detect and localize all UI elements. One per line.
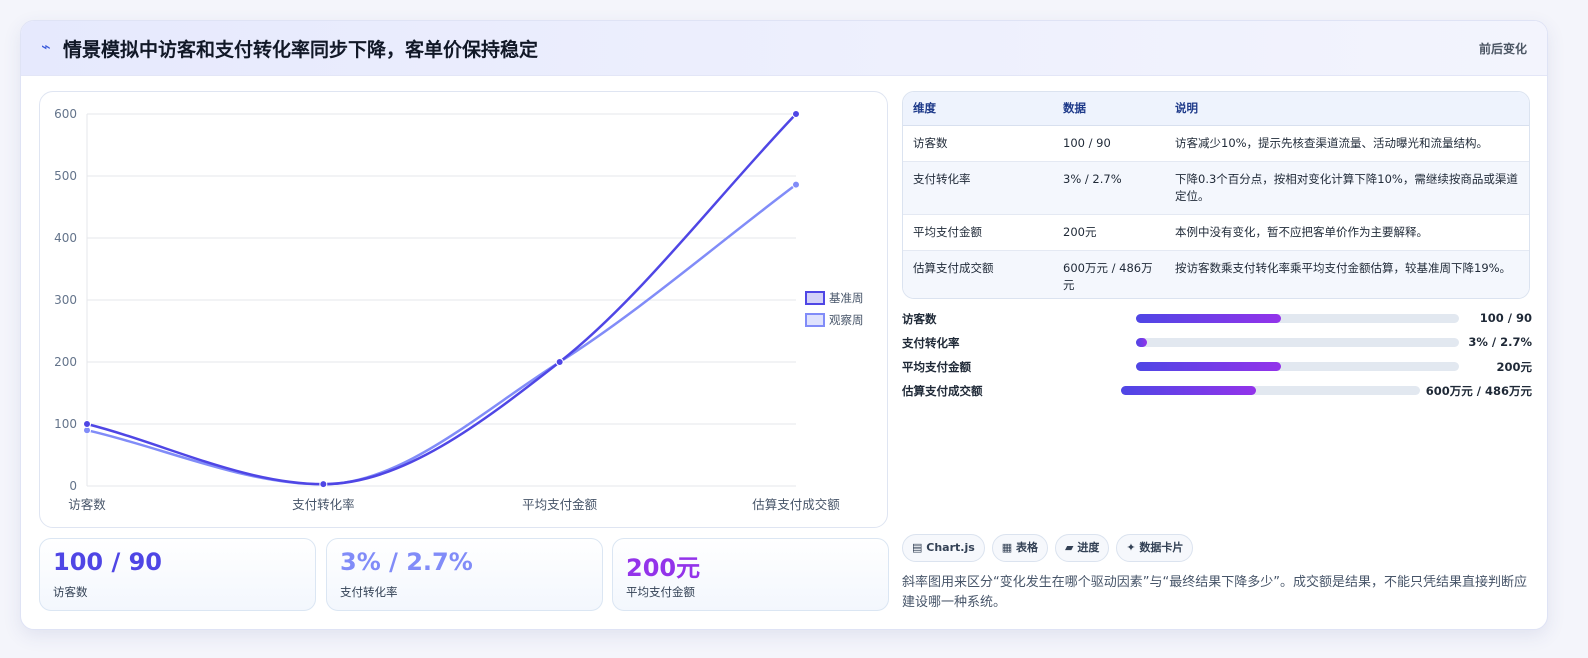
data-point xyxy=(555,358,564,366)
progress-value: 600万元 / 486万元 xyxy=(1425,384,1532,398)
table-cell: 访客减少10%，提示先核查渠道流量、活动曝光和流量结构。 xyxy=(1165,125,1529,162)
lightning-icon: ⌁ xyxy=(41,37,51,56)
progress-fill xyxy=(1136,362,1282,371)
stat-card-visitors: 100 / 90 访客数 xyxy=(39,538,316,611)
chip-label: 进度 xyxy=(1077,541,1100,554)
x-tick-label: 支付转化率 xyxy=(292,497,355,512)
y-tick-label: 500 xyxy=(54,169,77,183)
progress-value: 3% / 2.7% xyxy=(1468,335,1532,349)
table-icon: ▦ xyxy=(1001,541,1013,554)
y-tick-label: 100 xyxy=(54,417,77,431)
chip-list: ▤ Chart.js ▦ 表格 ▰ 进度 ✦ 数据卡片 xyxy=(902,534,1200,562)
chart-svg: 0 100 200 300 400 500 600 访客数 支付转化率 平均支付金额 估算支付成交额… xyxy=(54,107,864,512)
table-row: 估算支付成交额 600万元 / 486万元 按访客数乘支付转化率乘平均支付金额估… xyxy=(903,250,1529,298)
data-point xyxy=(83,420,91,428)
table-row: 支付转化率 3% / 2.7% 下降0.3个百分点，按相对变化计算下降10%，需… xyxy=(903,161,1529,215)
page-title: 情景模拟中访客和支付转化率同步下降，客单价保持稳定 xyxy=(63,39,539,61)
series-line xyxy=(86,183,797,486)
legend-label: 基准周 xyxy=(829,291,864,305)
progress-label: 支付转化率 xyxy=(902,336,960,350)
legend-swatch xyxy=(805,313,825,327)
explanation-note: 斜率图用来区分“变化发生在哪个驱动因素”与“最终结果下降多少”。成交额是结果，不… xyxy=(902,575,1527,610)
progress-fill xyxy=(1136,338,1148,347)
stat-value: 200元 xyxy=(626,554,701,582)
card-header: ⌁ 情景模拟中访客和支付转化率同步下降，客单价保持稳定 前后变化 xyxy=(21,21,1547,76)
stat-label: 支付转化率 xyxy=(340,585,398,599)
y-tick-label: 0 xyxy=(69,479,77,493)
chart-icon: ▤ xyxy=(912,541,923,554)
stat-card-avg-amount: 200元 平均支付金额 xyxy=(612,538,889,611)
table-cell: 按访客数乘支付转化率乘平均支付金额估算，较基准周下降19%。 xyxy=(1165,250,1529,298)
column-header: 数据 xyxy=(1053,92,1165,126)
sparkle-icon: ✦ xyxy=(1126,541,1136,554)
progress-track xyxy=(1136,362,1459,371)
x-tick-label: 平均支付金额 xyxy=(522,497,598,512)
table-cell: 3% / 2.7% xyxy=(1053,161,1165,215)
data-point xyxy=(792,180,800,189)
progress-fill xyxy=(1136,314,1282,323)
main-card: ⌁ 情景模拟中访客和支付转化率同步下降，客单价保持稳定 前后变化 0 100 200… xyxy=(20,20,1548,630)
table-cell: 估算支付成交额 xyxy=(903,250,1053,298)
chip-label: 表格 xyxy=(1016,541,1039,554)
x-tick-label: 访客数 xyxy=(68,497,106,512)
stat-label: 访客数 xyxy=(53,585,88,599)
table-cell: 访客数 xyxy=(903,125,1053,162)
progress-row: 估算支付成交额 600万元 / 486万元 xyxy=(902,383,1532,399)
stat-value: 3% / 2.7% xyxy=(340,548,473,576)
chip-label: 数据卡片 xyxy=(1139,541,1184,554)
column-header: 说明 xyxy=(1165,92,1529,126)
table-row: 平均支付金额 200元 本例中没有变化，暂不应把客单价作为主要解释。 xyxy=(903,214,1529,251)
progress-value: 200元 xyxy=(1496,360,1532,374)
table-cell: 本例中没有变化，暂不应把客单价作为主要解释。 xyxy=(1165,214,1529,251)
data-point xyxy=(319,480,328,489)
table-header-row: 维度 数据 说明 xyxy=(903,92,1529,126)
stat-label: 平均支付金额 xyxy=(626,585,695,599)
header-right-label: 前后变化 xyxy=(1478,42,1527,56)
table-cell: 100 / 90 xyxy=(1053,125,1165,162)
column-header: 维度 xyxy=(903,92,1053,126)
legend-label: 观察周 xyxy=(829,313,864,327)
progress-row: 平均支付金额 200元 xyxy=(902,359,1532,375)
chip-data-card[interactable]: ✦ 数据卡片 xyxy=(1116,534,1194,562)
chip-chartjs[interactable]: ▤ Chart.js xyxy=(902,534,985,562)
legend-swatch xyxy=(805,291,825,305)
progress-fill xyxy=(1121,386,1256,395)
progress-value: 100 / 90 xyxy=(1479,311,1532,325)
data-point xyxy=(792,110,800,118)
series-line xyxy=(86,113,797,486)
y-tick-label: 300 xyxy=(54,293,77,307)
y-tick-label: 400 xyxy=(54,231,77,245)
data-table: 维度 数据 说明 访客数 100 / 90 访客减少10%，提示先核查渠道流量、… xyxy=(902,91,1530,299)
y-tick-label: 200 xyxy=(54,355,77,369)
table-cell: 200元 xyxy=(1053,214,1165,251)
chip-label: Chart.js xyxy=(926,541,975,554)
progress-label: 访客数 xyxy=(902,312,937,326)
x-tick-label: 估算支付成交额 xyxy=(752,497,840,512)
chip-table[interactable]: ▦ 表格 xyxy=(991,534,1049,562)
table-cell: 600万元 / 486万元 xyxy=(1053,250,1165,298)
progress-icon: ▰ xyxy=(1065,541,1074,554)
table-cell: 平均支付金额 xyxy=(903,214,1053,251)
chip-progress[interactable]: ▰ 进度 xyxy=(1055,534,1110,562)
progress-label: 平均支付金额 xyxy=(902,360,971,374)
y-tick-label: 600 xyxy=(54,107,77,121)
stat-card-conversion: 3% / 2.7% 支付转化率 xyxy=(326,538,603,611)
progress-label: 估算支付成交额 xyxy=(902,384,983,398)
progress-track xyxy=(1136,338,1459,347)
progress-track xyxy=(1136,314,1459,323)
line-chart: 0 100 200 300 400 500 600 访客数 支付转化率 平均支付金额 估算支付成交额… xyxy=(39,91,888,528)
progress-row: 访客数 100 / 90 xyxy=(902,311,1532,327)
progress-track xyxy=(1121,386,1420,395)
table-row: 访客数 100 / 90 访客减少10%，提示先核查渠道流量、活动曝光和流量结构… xyxy=(903,125,1529,162)
progress-row: 支付转化率 3% / 2.7% xyxy=(902,335,1532,351)
table-cell: 支付转化率 xyxy=(903,161,1053,215)
stat-value: 100 / 90 xyxy=(53,548,162,576)
table-cell: 下降0.3个百分点，按相对变化计算下降10%，需继续按商品或渠道定位。 xyxy=(1165,161,1529,215)
